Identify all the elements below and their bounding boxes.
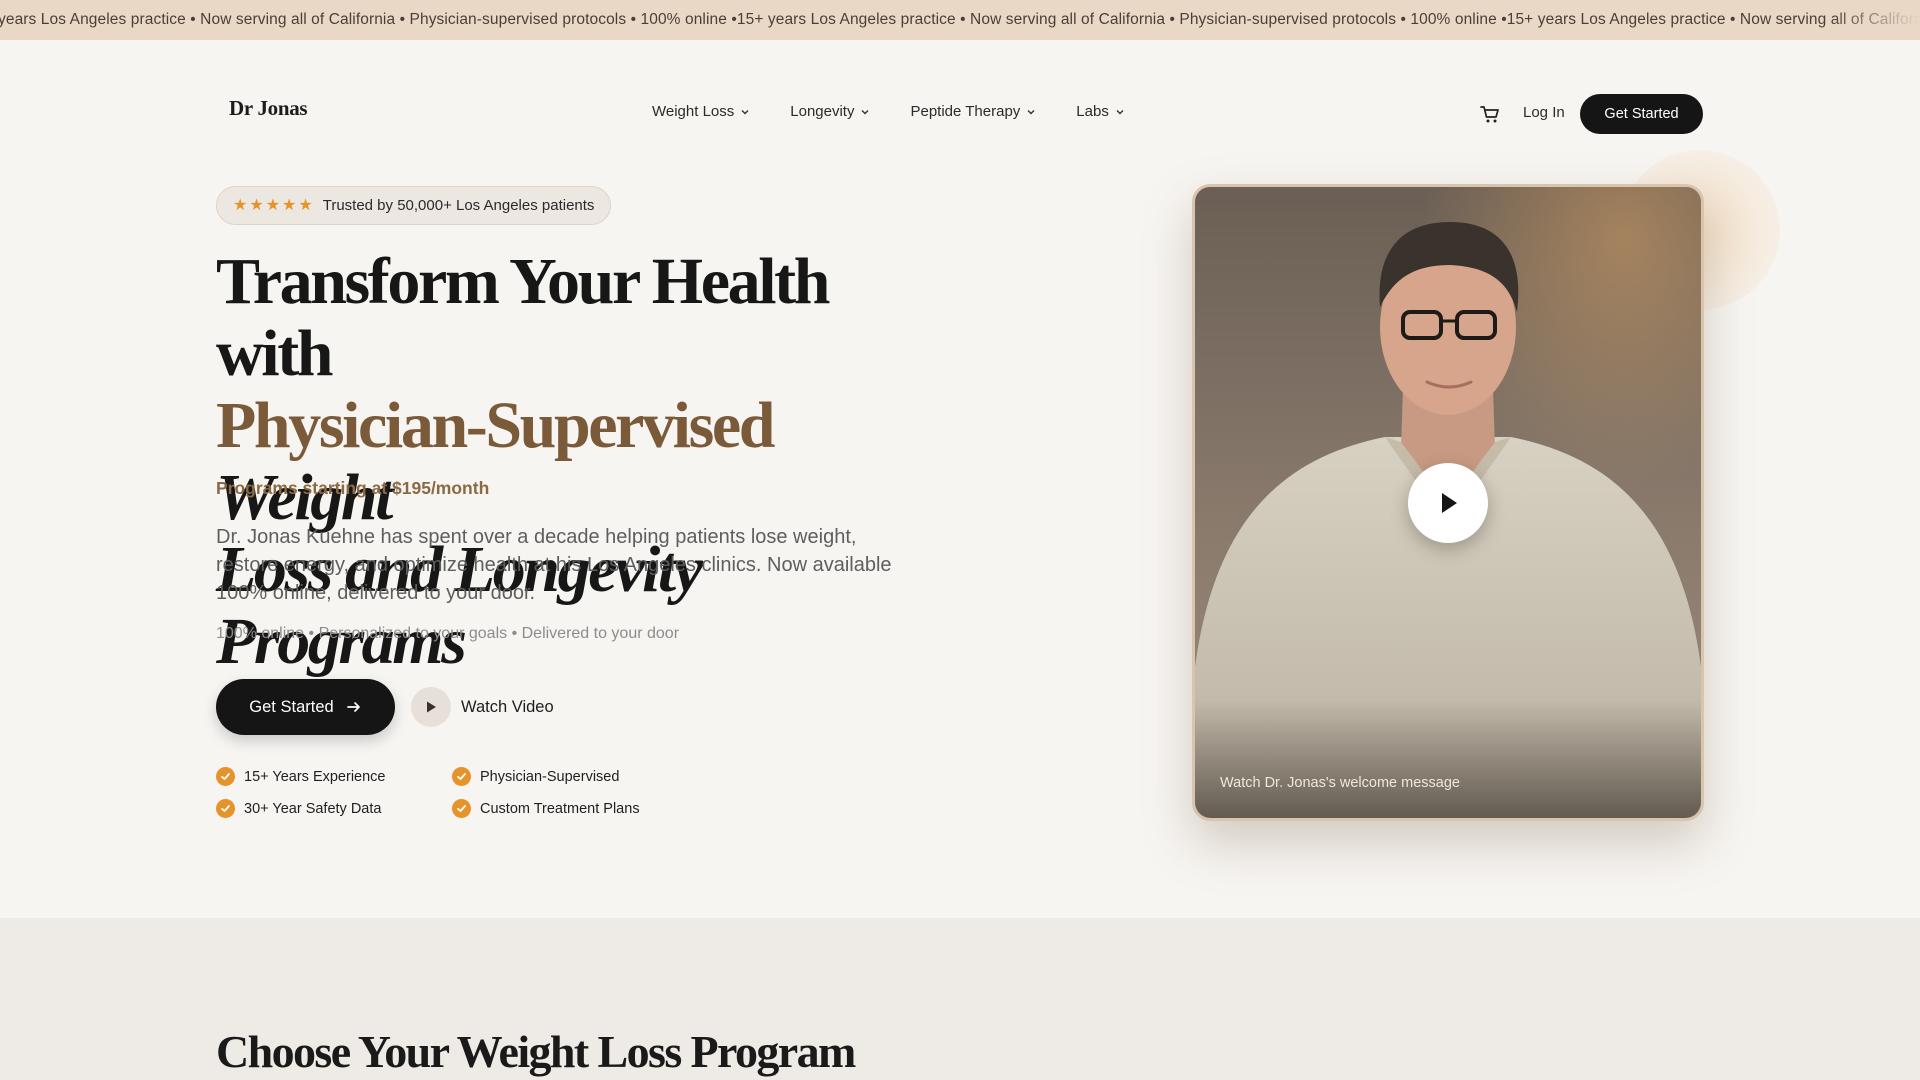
star-icon: ★ <box>282 196 297 214</box>
trust-text: Trusted by 50,000+ Los Angeles patients <box>322 197 595 214</box>
star-icon: ★ <box>265 196 281 214</box>
hero-subline: 100% online • Personalized to your goals… <box>216 625 680 642</box>
hero-description: Dr. Jonas Kuehne has spent over a decade… <box>216 526 892 604</box>
video-caption: Watch Dr. Jonas's welcome message <box>1220 775 1460 791</box>
login-link[interactable]: Log In <box>1523 104 1565 121</box>
chevron-down-icon <box>741 109 749 114</box>
feature-item: Custom Treatment Plans <box>452 799 640 818</box>
headline-line-1: Transform Your Health with <box>216 245 830 390</box>
logo[interactable]: Dr Jonas <box>229 96 308 121</box>
price-note: Programs starting at $195/month <box>216 478 490 498</box>
nav-item-weight-loss[interactable]: Weight Loss <box>652 103 750 120</box>
trust-badge: ★ ★ ★ ★ ★ Trusted by 50,000+ Los Angeles… <box>216 186 612 225</box>
ticker-text: years Los Angeles practice • Now serving… <box>0 11 1920 28</box>
play-circle <box>411 687 451 727</box>
hero-headline: Transform Your Health with Physician-Sup… <box>216 246 936 678</box>
watch-video-button[interactable]: Watch Video <box>411 687 554 727</box>
star-icon: ★ <box>233 196 248 214</box>
rating-stars: ★ ★ ★ ★ ★ <box>233 196 313 214</box>
caption-overlay <box>1195 700 1701 818</box>
header-get-started-button[interactable]: Get Started <box>1580 94 1703 134</box>
check-icon <box>216 767 235 786</box>
nav-label: Labs <box>1076 103 1109 120</box>
feature-item: Physician-Supervised <box>452 767 619 786</box>
chevron-down-icon <box>1116 109 1124 114</box>
programs-title: Choose Your Weight Loss Program <box>216 1026 856 1077</box>
star-icon: ★ <box>298 196 313 214</box>
nav-label: Weight Loss <box>652 103 735 120</box>
announcement-ticker: years Los Angeles practice • Now serving… <box>0 0 1920 40</box>
check-icon <box>452 799 471 818</box>
feature-item: 15+ Years Experience <box>216 767 385 786</box>
nav-label: Longevity <box>790 103 855 120</box>
play-icon <box>427 701 436 713</box>
nav-item-labs[interactable]: Labs <box>1076 103 1125 120</box>
chevron-down-icon <box>861 109 869 114</box>
nav-label: Peptide Therapy <box>910 103 1021 120</box>
headline-accent: Physician-Supervised <box>216 389 775 462</box>
chevron-down-icon <box>1027 109 1035 114</box>
feature-label: 15+ Years Experience <box>244 768 386 785</box>
cart-icon[interactable] <box>1479 103 1501 125</box>
check-icon <box>216 799 235 818</box>
nav-item-longevity[interactable]: Longevity <box>790 103 870 120</box>
play-icon <box>1442 493 1457 513</box>
play-button[interactable] <box>1408 463 1488 543</box>
feature-label: Custom Treatment Plans <box>480 800 640 817</box>
feature-label: 30+ Year Safety Data <box>244 800 382 817</box>
get-started-button[interactable]: Get Started <box>216 679 395 735</box>
star-icon: ★ <box>249 196 264 214</box>
check-icon <box>452 767 471 786</box>
main-nav: Weight Loss Longevity Peptide Therapy La… <box>652 103 1165 120</box>
ticker-fade <box>1830 0 1920 40</box>
nav-item-peptide-therapy[interactable]: Peptide Therapy <box>910 103 1036 120</box>
feature-label: Physician-Supervised <box>480 768 620 785</box>
feature-item: 30+ Year Safety Data <box>216 799 381 818</box>
watch-video-label: Watch Video <box>461 697 554 716</box>
arrow-right-icon <box>346 702 360 712</box>
cta-label: Get Started <box>249 697 334 716</box>
